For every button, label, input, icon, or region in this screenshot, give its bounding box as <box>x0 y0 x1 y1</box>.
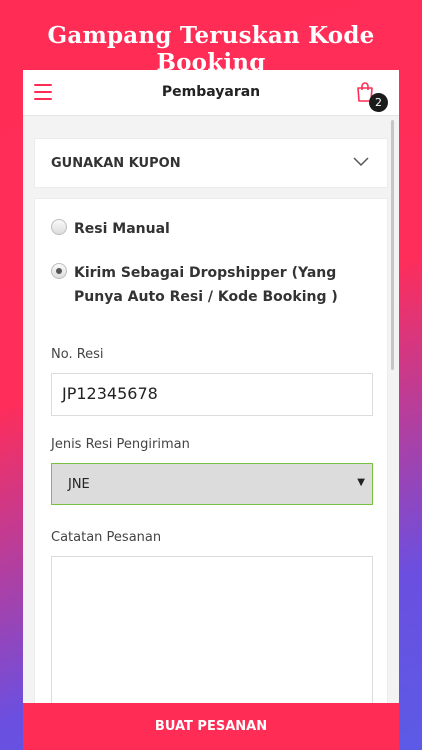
jenis-resi-label: Jenis Resi Pengiriman <box>51 437 190 452</box>
coupon-accordion[interactable]: GUNAKAN KUPON <box>34 138 388 188</box>
coupon-label: GUNAKAN KUPON <box>51 156 181 171</box>
courier-select-value: JNE <box>68 477 90 492</box>
resi-input[interactable]: JP12345678 <box>51 373 373 416</box>
shipping-form: Resi Manual Kirim Sebagai Dropshipper (Y… <box>34 198 388 750</box>
catatan-label: Catatan Pesanan <box>51 530 162 545</box>
app-screen: Pembayaran 2 GUNAKAN KUPON Resi Manual K… <box>23 70 399 750</box>
cart-count-badge: 2 <box>369 93 388 112</box>
radio-label: Resi Manual <box>74 221 170 237</box>
scrollbar[interactable] <box>391 120 394 370</box>
page-title: Pembayaran <box>161 84 261 100</box>
chevron-down-icon <box>353 157 369 167</box>
resi-label: No. Resi <box>51 347 104 362</box>
radio-option-dropshipper[interactable]: Kirim Sebagai Dropshipper (Yang Punya Au… <box>51 261 381 309</box>
radio-button-selected[interactable] <box>51 263 67 279</box>
courier-select[interactable]: JNE ▼ <box>51 463 373 505</box>
app-bar: Pembayaran 2 <box>23 70 399 116</box>
cart-button[interactable]: 2 <box>354 82 388 112</box>
promo-title: Gampang Teruskan Kode Booking <box>47 22 375 76</box>
radio-option-resi-manual[interactable]: Resi Manual <box>51 217 170 241</box>
radio-label: Kirim Sebagai Dropshipper (Yang Punya Au… <box>74 265 338 305</box>
buat-pesanan-button[interactable]: BUAT PESANAN <box>23 703 399 750</box>
catatan-textarea[interactable] <box>51 556 373 716</box>
radio-button[interactable] <box>51 219 67 235</box>
select-arrow-icon: ▼ <box>357 477 365 488</box>
